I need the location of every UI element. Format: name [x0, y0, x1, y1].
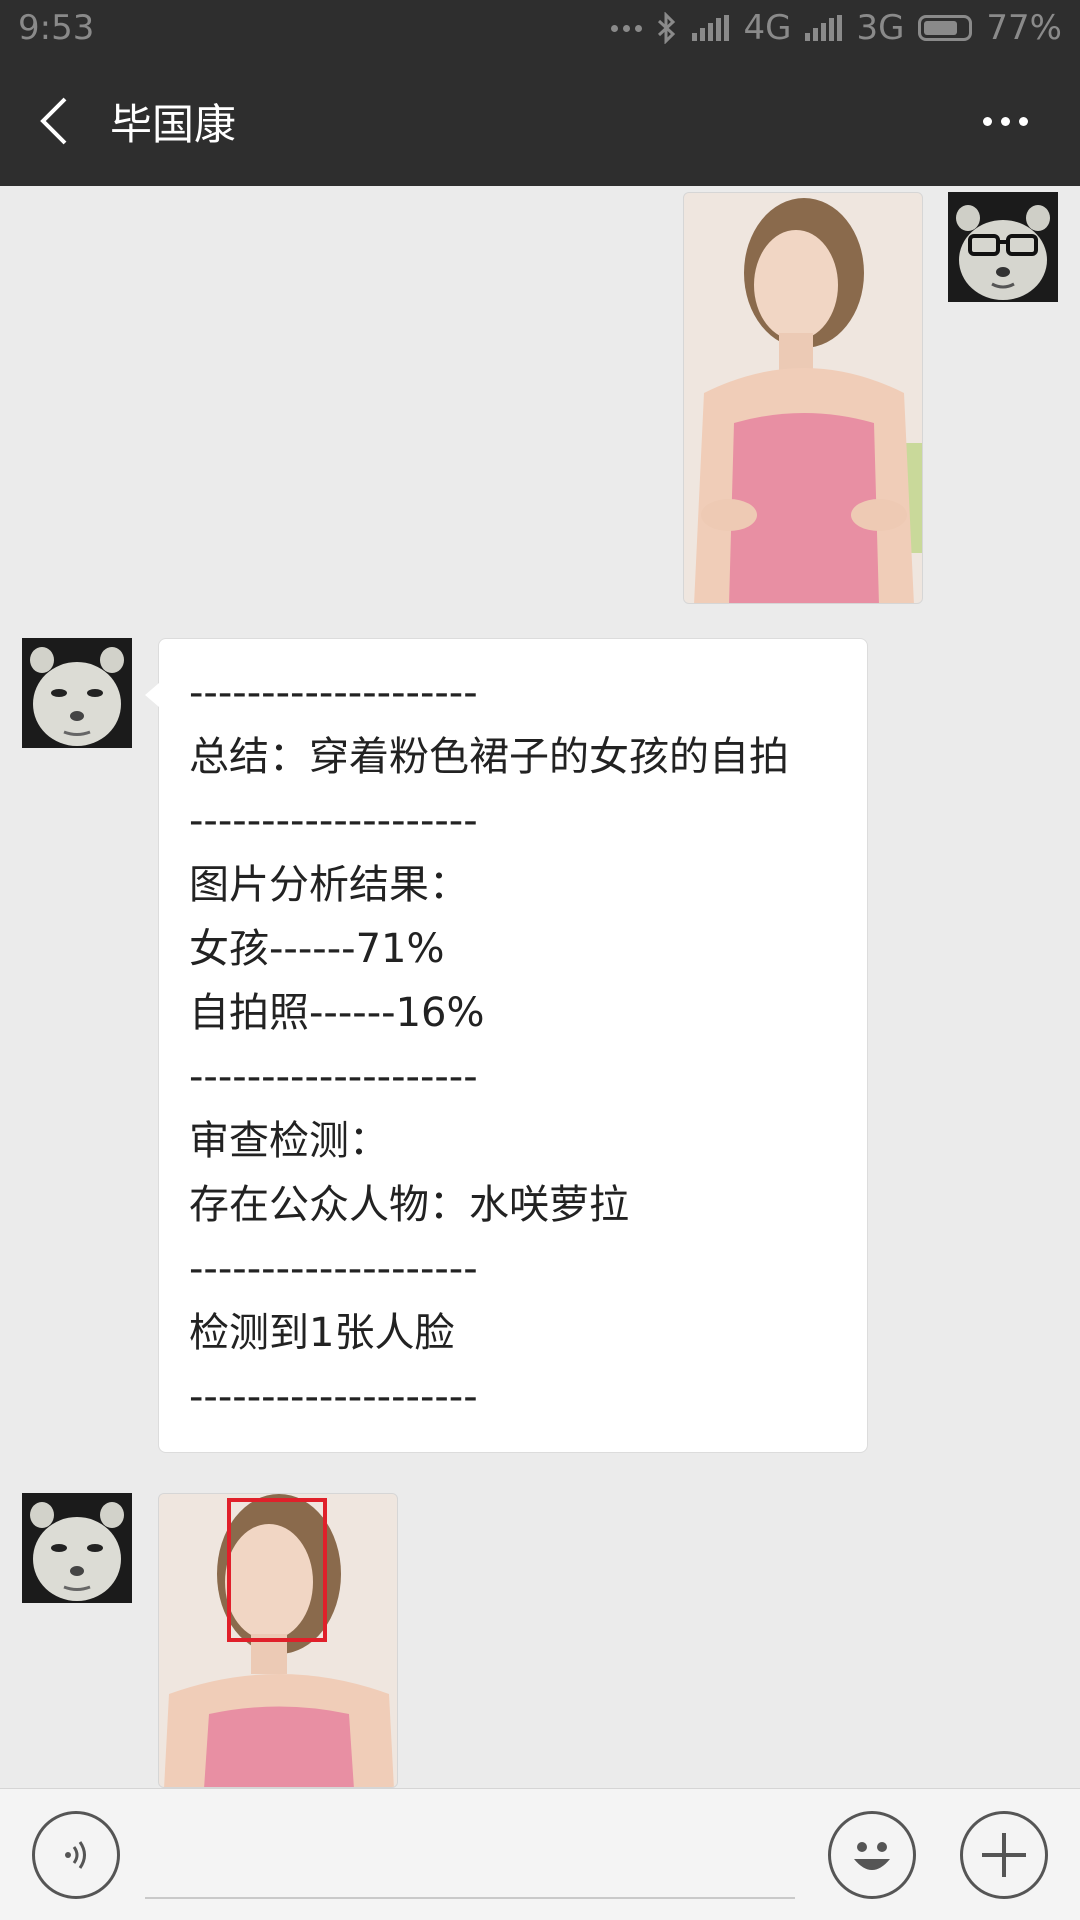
emoji-button[interactable] [828, 1811, 916, 1899]
analysis-line: -------------------- [189, 1246, 478, 1292]
battery-percent: 77% [986, 8, 1062, 48]
bot-avatar[interactable] [22, 638, 132, 748]
analysis-line: -------------------- [189, 798, 478, 844]
battery-level [924, 21, 957, 35]
signal-icon-2 [805, 15, 843, 41]
analysis-line: 存在公众人物：水咲萝拉 [189, 1182, 629, 1228]
battery-icon [918, 15, 973, 41]
message-input[interactable] [145, 1897, 795, 1899]
more-button[interactable] [960, 56, 1050, 186]
emoji-icon [854, 1842, 890, 1870]
analysis-message-bubble[interactable]: -------------------- 总结：穿着粉色裙子的女孩的自拍 -----… [145, 638, 868, 1453]
analysis-line: 审查检测： [189, 1118, 389, 1164]
voice-icon [65, 1841, 86, 1869]
status-time: 9:53 [18, 8, 95, 48]
back-button[interactable] [0, 56, 110, 186]
status-bar: 9:53 4G 3G 77% [0, 0, 1080, 56]
status-icons: 4G 3G 77% [611, 8, 1062, 48]
notification-dots-icon [611, 24, 643, 32]
analysis-line: -------------------- [189, 1054, 478, 1100]
more-dots-icon [982, 116, 992, 126]
analysis-line: 检测到1张人脸 [189, 1310, 455, 1356]
signal-icon-1 [692, 15, 730, 41]
analysis-line: 自拍照------16% [189, 990, 485, 1036]
analysis-line: -------------------- [189, 670, 478, 716]
analysis-line: 总结：穿着粉色裙子的女孩的自拍 [189, 734, 789, 780]
sent-photo[interactable] [683, 192, 923, 604]
add-button[interactable] [960, 1811, 1048, 1899]
bluetooth-icon [658, 12, 676, 44]
analysis-line: -------------------- [189, 1374, 478, 1420]
input-bar [0, 1788, 1080, 1920]
chat-screen: 9:53 4G 3G 77% 毕国康 -------------------- … [0, 0, 1080, 1920]
my-avatar[interactable] [948, 192, 1058, 302]
network-type-1: 4G [743, 8, 792, 48]
voice-button[interactable] [32, 1811, 120, 1899]
face-detection-photo[interactable] [158, 1493, 398, 1788]
title-bar: 毕国康 [0, 56, 1080, 186]
chevron-left-icon [40, 97, 67, 145]
network-type-2: 3G [856, 8, 905, 48]
chat-title: 毕国康 [110, 99, 237, 149]
analysis-line: 图片分析结果： [189, 862, 469, 908]
bot-avatar-2[interactable] [22, 1493, 132, 1603]
plus-icon [982, 1833, 1026, 1877]
analysis-line: 女孩------71% [189, 926, 445, 972]
analysis-text: -------------------- 总结：穿着粉色裙子的女孩的自拍 -----… [189, 661, 837, 1429]
